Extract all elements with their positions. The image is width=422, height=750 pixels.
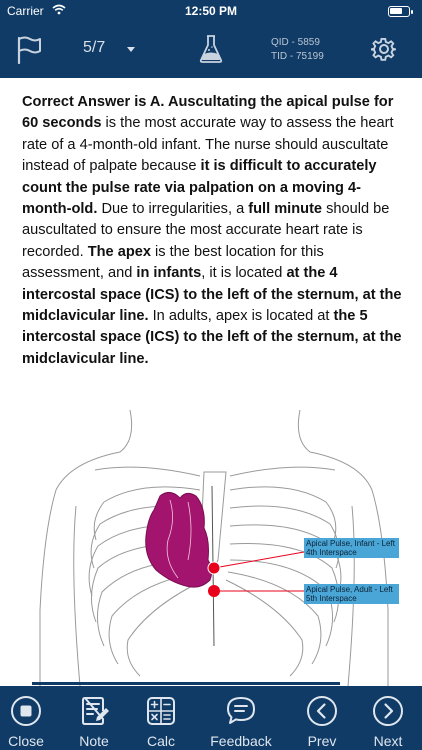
next-label: Next (373, 733, 403, 749)
note-button[interactable]: Note (59, 695, 129, 749)
close-button[interactable]: Close (0, 695, 61, 749)
battery-icon (388, 6, 413, 17)
note-label: Note (79, 733, 109, 749)
question-header: 5/7 QID - 5859 TID - 75199 (0, 22, 422, 78)
flask-icon[interactable] (199, 34, 223, 69)
gear-icon[interactable] (370, 36, 397, 67)
infant-apex-marker (207, 561, 221, 575)
chevron-down-icon[interactable] (127, 47, 135, 52)
feedback-label: Feedback (210, 733, 272, 749)
answer-text: In adults, apex is located at (148, 308, 334, 325)
answer-text: Due to irregularities, a (97, 201, 249, 218)
answer-text: , it is located (201, 265, 287, 282)
close-label: Close (8, 733, 44, 749)
question-ids: QID - 5859 TID - 75199 (271, 36, 324, 64)
answer-text: full minute (248, 201, 323, 218)
adult-apex-label: Apical Pulse, Adult - Left 5th Interspac… (304, 584, 399, 604)
stop-circle-icon (0, 695, 61, 727)
answer-text: in infants (136, 265, 202, 282)
answer-explanation: Correct Answer is A. Auscultating the ap… (22, 92, 402, 370)
question-counter[interactable]: 5/7 (83, 39, 105, 57)
figure-bottom-bar (32, 682, 340, 685)
chat-bubble-icon (206, 695, 276, 727)
calc-button[interactable]: Calc (126, 695, 196, 749)
calc-label: Calc (146, 733, 175, 749)
infant-apex-label: Apical Pulse, Infant - Left 4th Interspa… (304, 538, 399, 558)
chevron-left-circle-icon (287, 695, 357, 727)
tid-label: TID - 75199 (271, 51, 324, 62)
answer-text: The apex (87, 243, 151, 260)
next-button[interactable]: Next (353, 695, 422, 749)
prev-button[interactable]: Prev (287, 695, 357, 749)
chevron-right-circle-icon (353, 695, 422, 727)
adult-apex-marker (208, 585, 220, 597)
qid-label: QID - 5859 (271, 37, 320, 48)
apical-pulse-diagram: Apical Pulse, Infant - Left 4th Interspa… (0, 409, 422, 687)
bottom-toolbar: Close Note Calc Feedback Prev Next (0, 686, 422, 750)
status-bar: Carrier 12:50 PM (0, 0, 422, 22)
flag-icon[interactable] (16, 36, 42, 69)
feedback-button[interactable]: Feedback (206, 695, 276, 749)
heart-shape (145, 492, 213, 588)
calculator-icon (126, 695, 196, 727)
clock: 12:50 PM (184, 4, 238, 18)
prev-label: Prev (307, 733, 337, 749)
note-icon (59, 695, 129, 727)
